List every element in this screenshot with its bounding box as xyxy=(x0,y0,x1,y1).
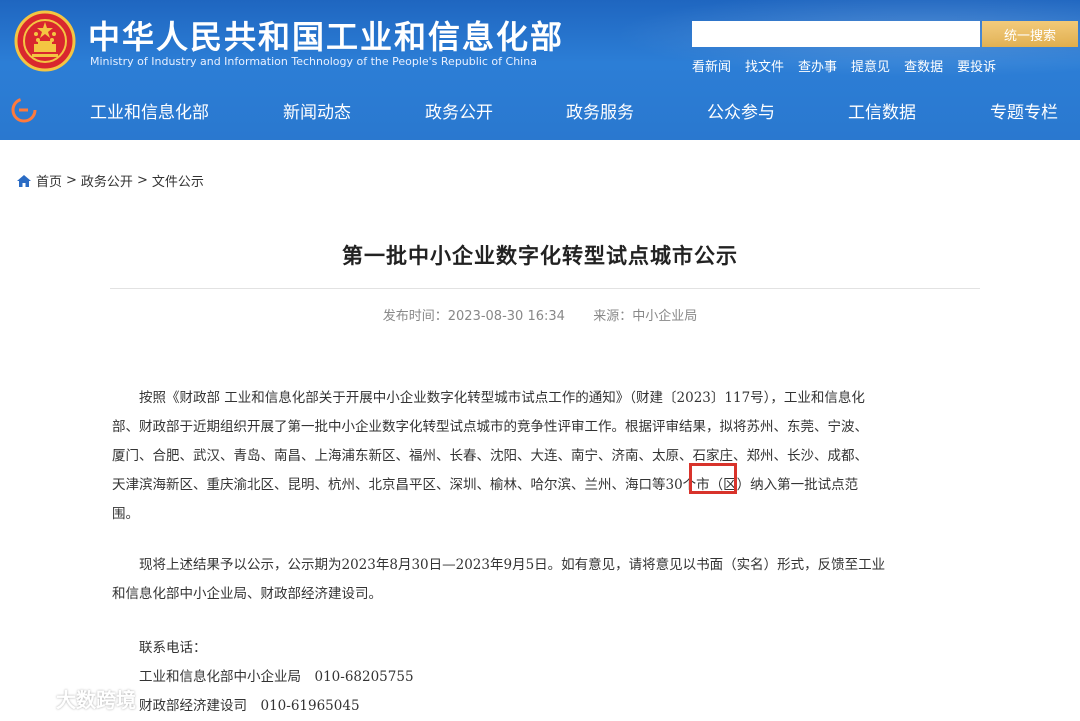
paragraph-line: 天津滨海新区、重庆渝北区、昆明、杭州、北京昌平区、深圳、榆林、哈尔滨、兰州、海口… xyxy=(112,477,859,493)
article-paragraph-1: 按照《财政部 工业和信息化部关于开展中小企业数字化转型城市试点工作的通知》（财建… xyxy=(112,384,980,529)
breadcrumb-file-notice[interactable]: 文件公示 xyxy=(152,171,204,190)
article-title: 第一批中小企业数字化转型试点城市公示 xyxy=(342,244,738,268)
paragraph-line: 部、财政部于近期组织开展了第一批中小企业数字化转型试点城市的竞争性评审工作。根据… xyxy=(112,419,868,435)
quick-link-services[interactable]: 查办事 xyxy=(798,56,837,75)
paragraph-line: 和信息化部中小企业局、财政部经济建设司。 xyxy=(112,586,382,602)
publish-time: 2023-08-30 16:34 xyxy=(447,309,565,324)
quick-link-data[interactable]: 查数据 xyxy=(904,56,943,75)
contacts-label: 联系电话： xyxy=(112,640,207,656)
article-paragraph-2: 现将上述结果予以公示，公示期为2023年8月30日—2023年9月5日。如有意见… xyxy=(112,551,980,609)
quick-link-files[interactable]: 找文件 xyxy=(745,56,784,75)
article-meta: 发布时间：2023-08-30 16:34 来源：中小企业局 xyxy=(0,305,1080,324)
miit-logo-icon xyxy=(11,97,37,123)
breadcrumb-separator: > xyxy=(136,173,148,188)
contact-row: 财政部经济建设司 010-61965045 xyxy=(112,692,980,721)
nav-public-participation[interactable]: 公众参与 xyxy=(707,98,775,123)
breadcrumb-gov-affairs[interactable]: 政务公开 xyxy=(81,171,133,190)
watermark: 大数跨境 xyxy=(12,684,136,713)
contact-org: 工业和信息化部中小企业局 xyxy=(139,669,301,685)
contact-row: 工业和信息化部中小企业局 010-68205755 xyxy=(112,663,980,692)
nav-data[interactable]: 工信数据 xyxy=(848,98,916,123)
nav-topics[interactable]: 专题专栏 xyxy=(990,98,1058,123)
contacts-section: 联系电话： 工业和信息化部中小企业局 010-68205755 财政部经济建设司… xyxy=(112,634,980,721)
site-header: 中华人民共和国工业和信息化部 Ministry of Industry and … xyxy=(0,0,1080,140)
search-button[interactable]: 统一搜索 xyxy=(982,21,1078,47)
meta-source-label: 来源： xyxy=(593,309,633,324)
contact-org: 财政部经济建设司 xyxy=(139,698,247,714)
breadcrumb-separator: > xyxy=(66,173,77,188)
quick-link-complaint[interactable]: 要投诉 xyxy=(957,56,996,75)
home-icon[interactable] xyxy=(16,174,32,188)
search-input[interactable] xyxy=(692,21,980,47)
quick-link-news[interactable]: 看新闻 xyxy=(692,56,731,75)
nav-gov-affairs[interactable]: 政务公开 xyxy=(425,98,493,123)
nav-gov-services[interactable]: 政务服务 xyxy=(566,98,634,123)
contact-phone: 010-68205755 xyxy=(314,669,414,685)
title-divider xyxy=(110,288,980,289)
watermark-text: 大数跨境 xyxy=(56,688,136,712)
nav-news[interactable]: 新闻动态 xyxy=(283,98,351,123)
paragraph-line: 厦门、合肥、武汉、青岛、南昌、上海浦东新区、福州、长春、沈阳、大连、南宁、济南、… xyxy=(112,448,868,464)
highlight-annotation-box xyxy=(689,463,737,494)
nav-miit[interactable]: 工业和信息化部 xyxy=(90,98,209,123)
paragraph-line: 按照《财政部 工业和信息化部关于开展中小企业数字化转型城市试点工作的通知》（财建… xyxy=(112,390,865,406)
contact-phone: 010-61965045 xyxy=(260,698,360,714)
paragraph-line: 围。 xyxy=(112,506,139,522)
site-subtitle-en: Ministry of Industry and Information Tec… xyxy=(90,55,537,68)
national-emblem-icon[interactable] xyxy=(14,10,76,72)
breadcrumb-home[interactable]: 首页 xyxy=(36,171,62,190)
article-source: 中小企业局 xyxy=(632,309,698,324)
meta-time-label: 发布时间： xyxy=(382,309,448,324)
quick-link-feedback[interactable]: 提意见 xyxy=(851,56,890,75)
main-nav: 工业和信息化部 新闻动态 政务公开 政务服务 公众参与 工信数据 专题专栏 xyxy=(0,88,1080,132)
site-title[interactable]: 中华人民共和国工业和信息化部 xyxy=(88,12,564,58)
quick-links: 看新闻 找文件 查办事 提意见 查数据 要投诉 xyxy=(692,56,996,75)
paragraph-line: 现将上述结果予以公示，公示期为2023年8月30日—2023年9月5日。如有意见… xyxy=(112,557,886,573)
watermark-logo-icon xyxy=(12,689,48,708)
breadcrumb: 首页 > 政务公开 > 文件公示 xyxy=(16,171,204,190)
